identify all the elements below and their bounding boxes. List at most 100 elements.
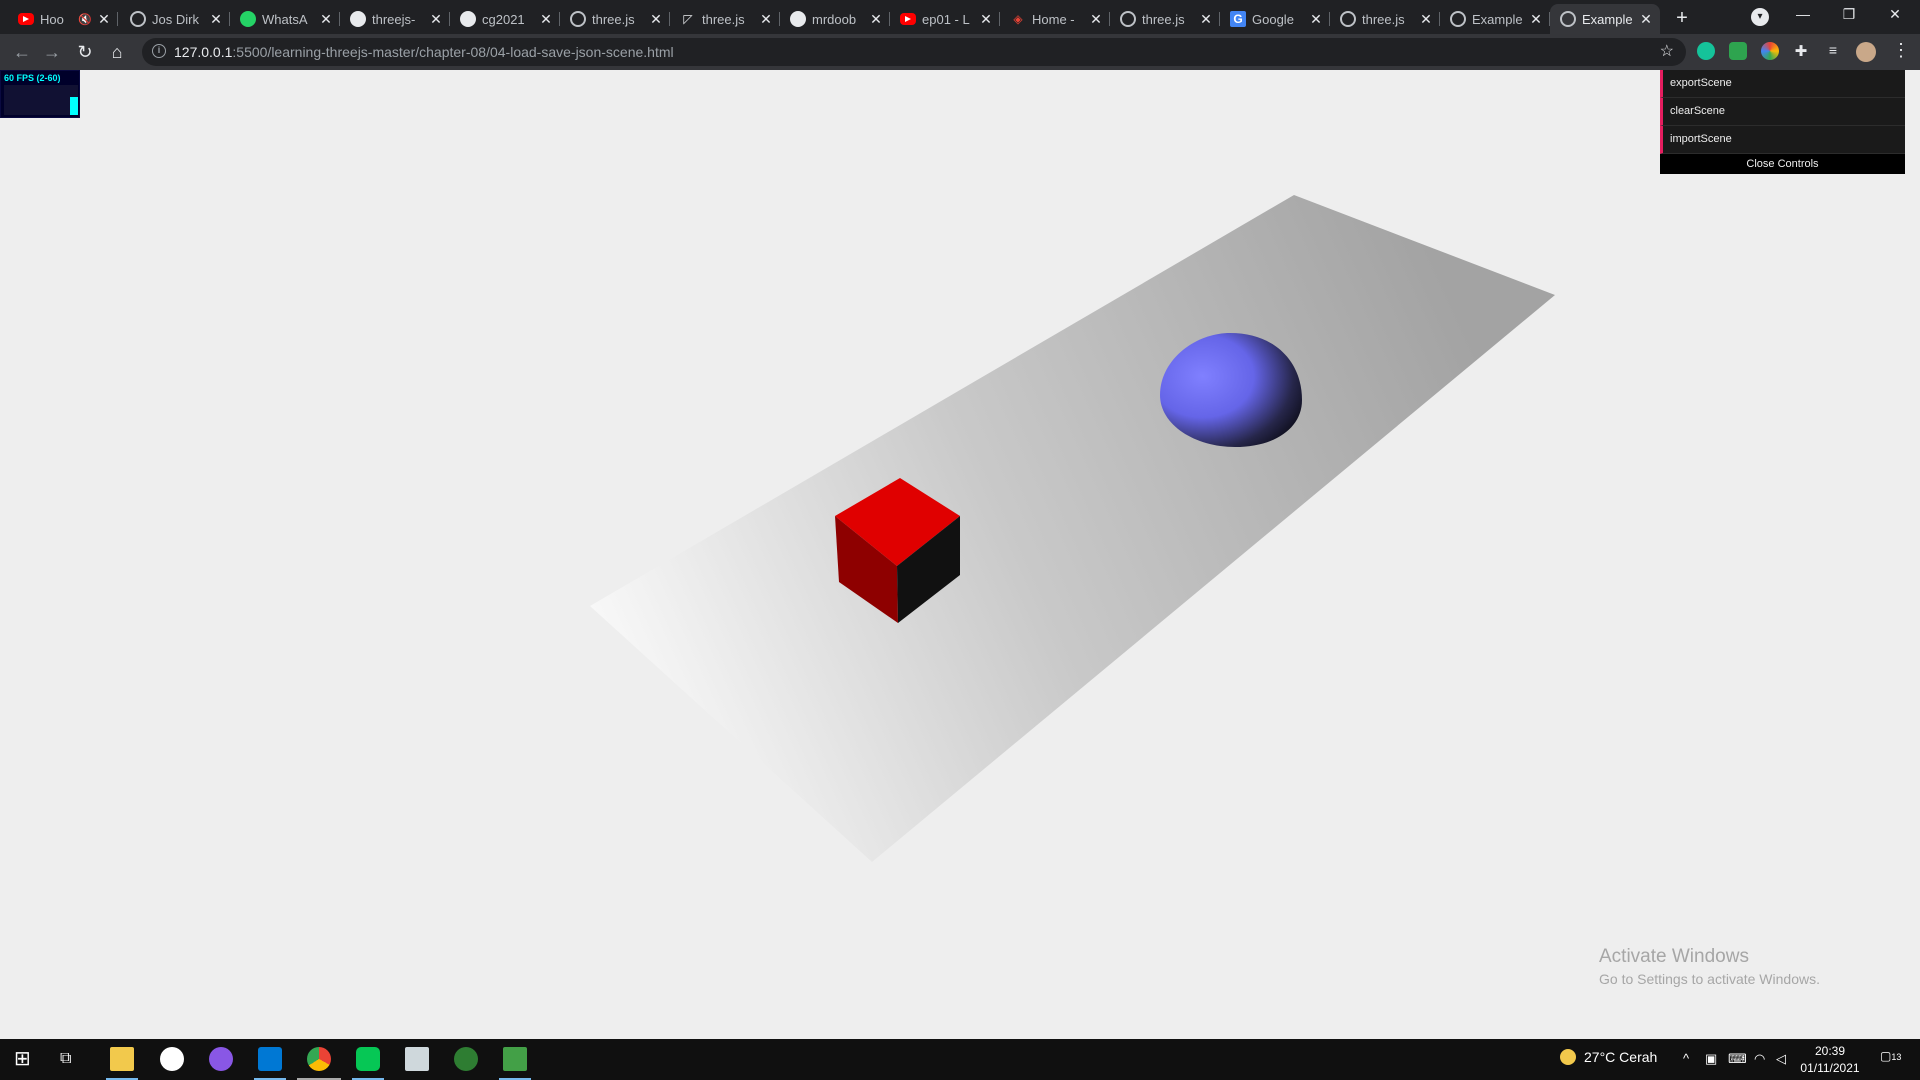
ground-plane — [590, 195, 1555, 862]
file-explorer-icon[interactable] — [110, 1047, 134, 1071]
color-extension-icon[interactable] — [1761, 42, 1779, 60]
reload-icon[interactable]: ↻ — [73, 40, 97, 64]
browser-tab[interactable]: mrdoob ✕ — [780, 4, 890, 34]
notification-center-icon[interactable]: ▢13 — [1880, 1049, 1902, 1067]
url-host: 127.0.0.1 — [174, 44, 233, 60]
close-tab-icon[interactable]: ✕ — [318, 11, 334, 28]
bookmark-star-icon[interactable]: ☆ — [1660, 41, 1674, 61]
fps-label: 60 FPS (2-60) — [4, 73, 61, 83]
browser-tab[interactable]: three.js ✕ — [1110, 4, 1220, 34]
word-app-icon[interactable] — [160, 1047, 184, 1071]
browser-toolbar: ← → ↻ ⌂ i 127.0.0.1:5500/learning-threej… — [0, 34, 1920, 70]
browser-tab[interactable]: cg2021 ✕ — [450, 4, 560, 34]
tab-title: Jos Dirk — [152, 11, 199, 27]
browser-tab[interactable]: threejs- ✕ — [340, 4, 450, 34]
tray-app-icon[interactable]: ▣ — [1705, 1051, 1717, 1067]
app-globe-icon[interactable] — [454, 1047, 478, 1071]
threejs-icon: ◸ — [683, 12, 693, 26]
tab-separator — [117, 12, 118, 26]
line-app-icon[interactable] — [356, 1047, 380, 1071]
close-tab-icon[interactable]: ✕ — [1088, 11, 1104, 28]
system-clock[interactable]: 20:39 01/11/2021 — [1780, 1043, 1880, 1077]
notification-count: 13 — [1891, 1052, 1902, 1062]
close-tab-icon[interactable]: ✕ — [868, 11, 884, 28]
tab-search-icon[interactable]: ▾ — [1751, 8, 1769, 26]
activate-windows-watermark: Activate Windows Go to Settings to activ… — [1599, 946, 1820, 987]
webgl-viewport[interactable]: 60 FPS (2-60) exportScene clearScene imp… — [0, 70, 1920, 1039]
youtube-icon — [18, 13, 34, 25]
close-tab-icon[interactable]: ✕ — [758, 11, 774, 28]
tab-title: three.js — [1142, 11, 1185, 27]
fps-stats-panel[interactable]: 60 FPS (2-60) — [0, 70, 80, 118]
browser-tab[interactable]: G Google ✕ — [1220, 4, 1330, 34]
notepad-app-icon[interactable] — [503, 1047, 527, 1071]
reading-list-icon[interactable]: ≡ — [1824, 42, 1842, 60]
close-tab-icon[interactable]: ✕ — [1198, 11, 1214, 28]
weather-widget[interactable]: 27°C Cerah — [1560, 1049, 1657, 1065]
home-icon[interactable]: ⌂ — [105, 40, 129, 64]
github-icon — [790, 11, 806, 27]
forward-arrow-icon[interactable]: → — [40, 40, 64, 64]
app-window-icon[interactable] — [405, 1047, 429, 1071]
tab-title: Home - — [1032, 11, 1075, 27]
browser-tab[interactable]: three.js ✕ — [560, 4, 670, 34]
tab-title: three.js — [702, 11, 745, 27]
tab-title: three.js — [1362, 11, 1405, 27]
browser-tab[interactable]: Jos Dirk ✕ — [120, 4, 230, 34]
tab-title: threejs- — [372, 11, 416, 27]
minimize-button[interactable]: — — [1781, 4, 1825, 24]
browser-tab[interactable]: ◈ Home - ✕ — [1000, 4, 1110, 34]
export-scene-button[interactable]: exportScene — [1660, 70, 1905, 98]
fps-graph-bar — [70, 97, 78, 115]
extension-icon[interactable] — [1729, 42, 1747, 60]
new-tab-button[interactable]: + — [1672, 8, 1692, 28]
profile-avatar[interactable] — [1856, 42, 1876, 62]
fps-graph — [4, 85, 78, 115]
browser-tab[interactable]: Hoo 🔇 ✕ — [8, 4, 118, 34]
github-desktop-icon[interactable] — [209, 1047, 233, 1071]
close-tab-icon[interactable]: ✕ — [1308, 11, 1324, 28]
threejs-scene[interactable] — [0, 70, 1920, 1039]
browser-tab[interactable]: Example ✕ — [1550, 4, 1660, 34]
close-tab-icon[interactable]: ✕ — [1638, 11, 1654, 28]
clock-date: 01/11/2021 — [1800, 1061, 1860, 1075]
url-text[interactable]: 127.0.0.1:5500/learning-threejs-master/c… — [174, 44, 674, 60]
tray-chevron-icon[interactable]: ^ — [1683, 1051, 1689, 1066]
extensions-puzzle-icon[interactable]: ✚ — [1792, 42, 1810, 60]
globe-icon — [1120, 11, 1136, 27]
browser-tab[interactable]: WhatsA ✕ — [230, 4, 340, 34]
back-arrow-icon[interactable]: ← — [10, 40, 34, 64]
close-controls-button[interactable]: Close Controls — [1660, 154, 1905, 174]
chrome-icon[interactable] — [307, 1047, 331, 1071]
close-tab-icon[interactable]: ✕ — [648, 11, 664, 28]
wifi-icon[interactable]: ◠ — [1754, 1051, 1765, 1067]
close-tab-icon[interactable]: ✕ — [96, 11, 112, 28]
browser-tab[interactable]: ◸ three.js ✕ — [670, 4, 780, 34]
github-icon — [350, 11, 366, 27]
address-bar[interactable]: i 127.0.0.1:5500/learning-threejs-master… — [142, 38, 1686, 66]
youtube-icon — [900, 13, 916, 25]
close-window-button[interactable]: ✕ — [1873, 4, 1917, 24]
muted-speaker-icon[interactable]: 🔇 — [78, 13, 92, 26]
close-tab-icon[interactable]: ✕ — [538, 11, 554, 28]
vscode-icon[interactable] — [258, 1047, 282, 1071]
close-tab-icon[interactable]: ✕ — [978, 11, 994, 28]
import-scene-button[interactable]: importScene — [1660, 126, 1905, 154]
task-view-icon[interactable]: ⧉ — [60, 1047, 84, 1071]
close-tab-icon[interactable]: ✕ — [208, 11, 224, 28]
browser-tab[interactable]: Example ✕ — [1440, 4, 1550, 34]
tab-title: Google — [1252, 11, 1294, 27]
restore-button[interactable]: ❐ — [1827, 4, 1871, 24]
windows-start-icon[interactable]: ⊞ — [14, 1047, 38, 1071]
browser-tab[interactable]: ep01 - L ✕ — [890, 4, 1000, 34]
browser-tab[interactable]: three.js ✕ — [1330, 4, 1440, 34]
home-site-icon: ◈ — [1013, 12, 1023, 26]
close-tab-icon[interactable]: ✕ — [1418, 11, 1434, 28]
language-icon[interactable]: ⌨ — [1728, 1051, 1747, 1067]
clear-scene-button[interactable]: clearScene — [1660, 98, 1905, 126]
menu-kebab-icon[interactable]: ⋮ — [1892, 40, 1910, 61]
grammarly-extension-icon[interactable] — [1697, 42, 1715, 60]
site-info-icon[interactable]: i — [152, 44, 166, 58]
close-tab-icon[interactable]: ✕ — [428, 11, 444, 28]
close-tab-icon[interactable]: ✕ — [1528, 11, 1544, 28]
